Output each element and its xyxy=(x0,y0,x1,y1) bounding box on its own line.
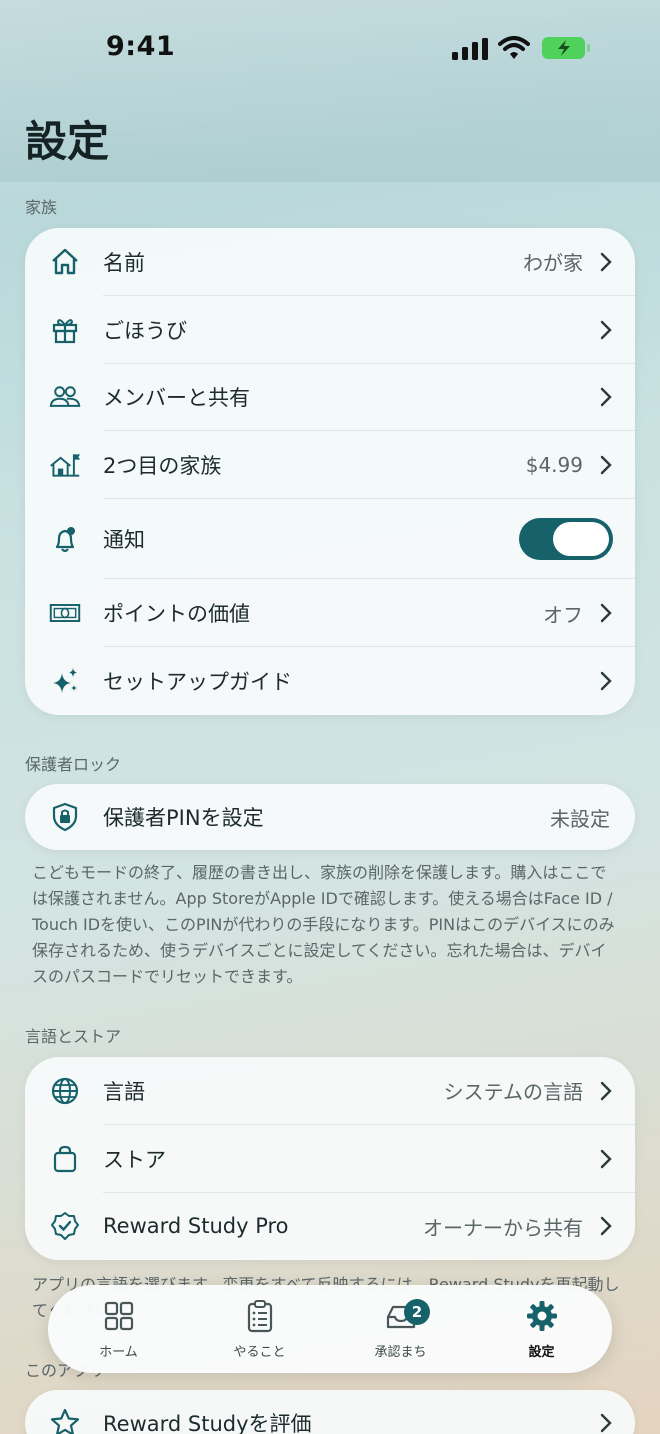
row-second-family-price: $4.99 xyxy=(525,453,583,478)
tab-settings-label: 設定 xyxy=(528,1345,555,1360)
row-reward-study-pro-value: オーナーから共有 xyxy=(423,1215,583,1240)
tab-tasks-label: やること xyxy=(233,1345,286,1360)
row-setup-guide-label: セットアップガイド xyxy=(103,669,292,694)
bell-icon xyxy=(47,521,83,557)
row-reward-study-pro-label: Reward Study Pro xyxy=(103,1214,289,1239)
about-card: Reward Studyを評価 xyxy=(25,1390,635,1434)
house-icon xyxy=(47,244,83,280)
chevron-right-icon xyxy=(600,320,612,339)
clipboard-list-icon xyxy=(247,1300,272,1333)
chevron-right-icon xyxy=(600,603,612,623)
chevron-right-icon xyxy=(600,1217,612,1236)
gear-icon xyxy=(526,1301,557,1331)
row-point-value[interactable]: ポイントの価値 オフ xyxy=(25,579,635,647)
row-reward-study-pro[interactable]: Reward Study Pro オーナーから共有 xyxy=(25,1193,635,1260)
tab-approvals[interactable]: 2 承認まち xyxy=(330,1285,471,1373)
status-bar: 9:41 xyxy=(0,0,660,96)
row-name[interactable]: 名前 わが家 xyxy=(25,228,635,296)
tab-tasks[interactable]: やること xyxy=(189,1285,330,1373)
sparkles-icon xyxy=(47,663,83,699)
row-point-value-value: オフ xyxy=(543,602,583,627)
section-label-language-store: 言語とストア xyxy=(25,1027,122,1046)
approvals-badge: 2 xyxy=(404,1299,430,1325)
chevron-right-icon xyxy=(600,1081,612,1101)
row-rate-app[interactable]: Reward Studyを評価 xyxy=(25,1390,635,1434)
row-parent-pin[interactable]: 保護者PINを設定 未設定 xyxy=(25,784,635,850)
gift-icon xyxy=(47,312,83,348)
chevron-right-icon xyxy=(600,671,612,691)
tab-home[interactable]: ホーム xyxy=(48,1285,189,1373)
checkmark-seal-icon xyxy=(47,1208,83,1244)
row-rate-app-label: Reward Studyを評価 xyxy=(103,1412,312,1434)
row-setup-guide[interactable]: セットアップガイド xyxy=(25,647,635,715)
row-store-label: ストア xyxy=(103,1147,166,1172)
row-language[interactable]: 言語 システムの言語 xyxy=(25,1057,635,1125)
row-rewards-label: ごほうび xyxy=(103,318,187,343)
chevron-right-icon xyxy=(600,1149,612,1168)
tab-approvals-label: 承認まち xyxy=(374,1345,427,1360)
wifi-icon xyxy=(498,36,530,59)
star-icon xyxy=(47,1405,83,1434)
battery-charging-icon xyxy=(542,37,590,59)
row-members-label: メンバーと共有 xyxy=(103,386,250,411)
row-language-label: 言語 xyxy=(103,1079,145,1104)
row-store[interactable]: ストア xyxy=(25,1125,635,1193)
tab-home-label: ホーム xyxy=(99,1345,138,1360)
row-name-label: 名前 xyxy=(103,250,145,275)
bag-icon xyxy=(47,1141,83,1177)
row-name-value: わが家 xyxy=(523,251,583,276)
house-flag-icon xyxy=(47,447,83,483)
chevron-right-icon xyxy=(600,456,612,475)
chevron-right-icon xyxy=(600,388,612,407)
parental-lock-footnote: こどもモードの終了、履歴の書き出し、家族の削除を保護します。購入はここでは保護さ… xyxy=(32,863,615,986)
status-time: 9:41 xyxy=(106,31,176,62)
section-label-parental-lock: 保護者ロック xyxy=(25,755,122,774)
lock-shield-icon xyxy=(47,799,83,835)
toggle-knob xyxy=(553,522,609,557)
row-parent-pin-label: 保護者PINを設定 xyxy=(103,806,264,830)
globe-icon xyxy=(47,1073,83,1109)
tab-bar: ホーム やること 2 承認まち 設定 xyxy=(48,1285,612,1373)
notifications-toggle[interactable] xyxy=(519,518,613,561)
people-icon xyxy=(47,379,83,415)
chevron-right-icon xyxy=(600,1413,612,1433)
chevron-right-icon xyxy=(600,252,612,272)
cellular-signal-icon xyxy=(452,38,488,60)
row-second-family[interactable]: 2つ目の家族 $4.99 xyxy=(25,431,635,500)
banknote-icon xyxy=(47,595,83,631)
row-notifications: 通知 xyxy=(25,499,635,580)
row-second-family-label: 2つ目の家族 xyxy=(103,454,222,479)
row-point-value-label: ポイントの価値 xyxy=(103,602,250,627)
section-label-family: 家族 xyxy=(25,198,58,217)
tab-settings[interactable]: 設定 xyxy=(471,1285,612,1373)
row-rewards[interactable]: ごほうび xyxy=(25,296,635,364)
page-title: 設定 xyxy=(25,117,110,166)
row-parent-pin-value: 未設定 xyxy=(550,806,610,831)
family-settings-card: 名前 わが家 ごほうび メンバーと共有 2つ目の家族 $4.99 通知 ポイント… xyxy=(25,228,635,715)
row-notifications-label: 通知 xyxy=(103,528,145,553)
row-members[interactable]: メンバーと共有 xyxy=(25,364,635,432)
parental-lock-card: 保護者PINを設定 未設定 xyxy=(25,784,635,850)
grid-icon xyxy=(104,1301,133,1331)
language-store-card: 言語 システムの言語 ストア Reward Study Pro オーナーから共有 xyxy=(25,1057,635,1260)
row-language-value: システムの言語 xyxy=(443,1080,583,1105)
